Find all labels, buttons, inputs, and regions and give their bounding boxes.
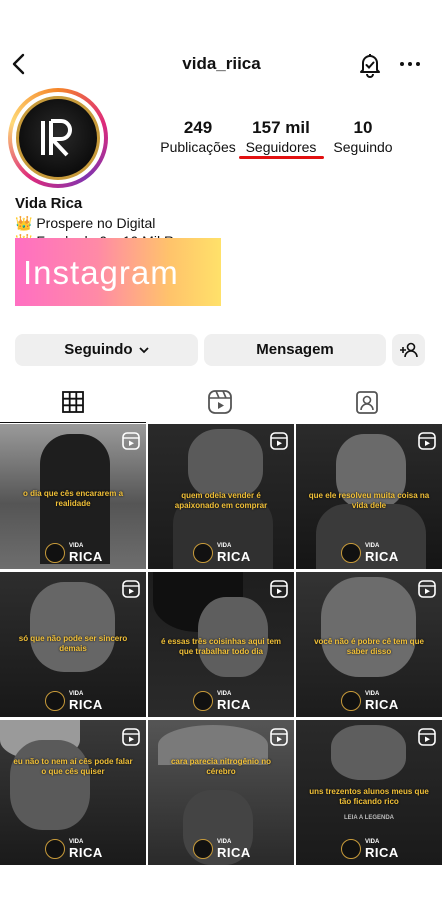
post-tile[interactable]: quem odeia vender é apaixonado em compra… xyxy=(148,424,294,569)
watermark-logo-icon xyxy=(341,691,361,711)
read-caption-label: LEIA A LEGENDA xyxy=(343,815,394,821)
post-tile[interactable]: eu não to nem aí cês pode falar o que cê… xyxy=(0,720,146,865)
following-button-label: Seguindo xyxy=(64,341,133,358)
post-caption: você não é pobre cê tem que saber disso xyxy=(314,637,424,656)
reel-icon xyxy=(418,580,436,598)
watermark-logo-icon xyxy=(193,839,213,859)
followers-label: Seguidores xyxy=(245,139,317,155)
post-caption: eu não to nem aí cês pode falar o que cê… xyxy=(13,757,133,776)
watermark-logo-icon xyxy=(45,543,65,563)
post-tile[interactable]: que ele resolveu muita coisa na vida del… xyxy=(296,424,442,569)
post-tile[interactable]: é essas três coisinhas aqui tem que trab… xyxy=(148,572,294,717)
followers-underline xyxy=(239,156,324,159)
profile-avatar[interactable] xyxy=(8,88,108,188)
instagram-label-overlay: Instagram xyxy=(15,238,221,306)
post-tile[interactable]: só que não pode ser sincero demais VIDA R… xyxy=(0,572,146,717)
more-options-icon[interactable] xyxy=(398,52,422,76)
reel-icon xyxy=(418,432,436,450)
reel-icon xyxy=(270,580,288,598)
tagged-tab-icon[interactable] xyxy=(353,388,381,416)
content-tabs xyxy=(0,382,443,424)
reel-icon xyxy=(122,728,140,746)
top-bar: vida_riica xyxy=(0,44,443,84)
watermark-big-text: RICA xyxy=(69,549,103,564)
watermark-logo-icon xyxy=(193,691,213,711)
watermark-big-text: RICA xyxy=(365,549,399,564)
watermark-big-text: RICA xyxy=(217,549,251,564)
watermark-logo-icon xyxy=(45,691,65,711)
suggest-user-button[interactable] xyxy=(392,334,425,366)
watermark-logo-icon xyxy=(193,543,213,563)
post-tile[interactable]: o dia que cês encararem a realidade VIDA… xyxy=(0,424,146,569)
reel-icon xyxy=(122,432,140,450)
posts-label: Publicações xyxy=(160,139,236,155)
watermark-big-text: RICA xyxy=(217,697,251,712)
post-caption: quem odeia vender é apaixonado em compra… xyxy=(174,491,268,510)
stat-following[interactable]: 10 Seguindo xyxy=(330,118,396,156)
following-label: Seguindo xyxy=(333,139,393,155)
bio-line-1: 👑 Prospere no Digital xyxy=(15,215,156,231)
watermark-big-text: RICA xyxy=(365,697,399,712)
watermark-big-text: RICA xyxy=(69,845,103,860)
notification-bell-icon[interactable] xyxy=(357,52,383,78)
watermark-big-text: RICA xyxy=(365,845,399,860)
vida-rica-logo-icon xyxy=(41,119,72,157)
post-caption: só que não pode ser sincero demais xyxy=(18,634,128,653)
post-caption: que ele resolveu muita coisa na vida del… xyxy=(308,491,430,510)
grid-tab-icon[interactable] xyxy=(59,388,87,416)
active-tab-indicator xyxy=(0,422,146,423)
watermark-big-text: RICA xyxy=(217,845,251,860)
post-tile[interactable]: uns trezentos alunos meus que tão ficand… xyxy=(296,720,442,865)
watermark-big-text: RICA xyxy=(69,697,103,712)
add-user-icon xyxy=(399,342,418,358)
reels-tab-icon[interactable] xyxy=(206,388,234,416)
post-caption: uns trezentos alunos meus que tão ficand… xyxy=(309,787,429,806)
post-tile[interactable]: cara parecia nitrogênio no cérebro VIDA R… xyxy=(148,720,294,865)
stat-posts[interactable]: 249 Publicações xyxy=(160,118,236,156)
following-count: 10 xyxy=(353,118,373,137)
instagram-label-text: Instagram xyxy=(23,254,179,291)
posts-grid: o dia que cês encararem a realidade VIDA… xyxy=(0,424,443,865)
watermark-logo-icon xyxy=(45,839,65,859)
reel-icon xyxy=(270,728,288,746)
watermark-logo-icon xyxy=(341,543,361,563)
stat-followers[interactable]: 157 mil Seguidores xyxy=(238,118,324,156)
message-button-label: Mensagem xyxy=(256,341,334,358)
following-button[interactable]: Seguindo xyxy=(15,334,198,366)
reel-icon xyxy=(122,580,140,598)
profile-display-name: Vida Rica xyxy=(15,195,83,212)
post-caption: o dia que cês encararem a realidade xyxy=(22,489,124,508)
watermark-logo-icon xyxy=(341,839,361,859)
post-caption: cara parecia nitrogênio no cérebro xyxy=(170,757,272,776)
message-button[interactable]: Mensagem xyxy=(204,334,386,366)
followers-count: 157 mil xyxy=(252,118,310,137)
post-tile[interactable]: você não é pobre cê tem que saber disso … xyxy=(296,572,442,717)
post-caption: é essas três coisinhas aqui tem que trab… xyxy=(160,637,282,656)
chevron-down-icon xyxy=(139,347,149,354)
reel-icon xyxy=(270,432,288,450)
reel-icon xyxy=(418,728,436,746)
posts-count: 249 xyxy=(183,118,213,137)
